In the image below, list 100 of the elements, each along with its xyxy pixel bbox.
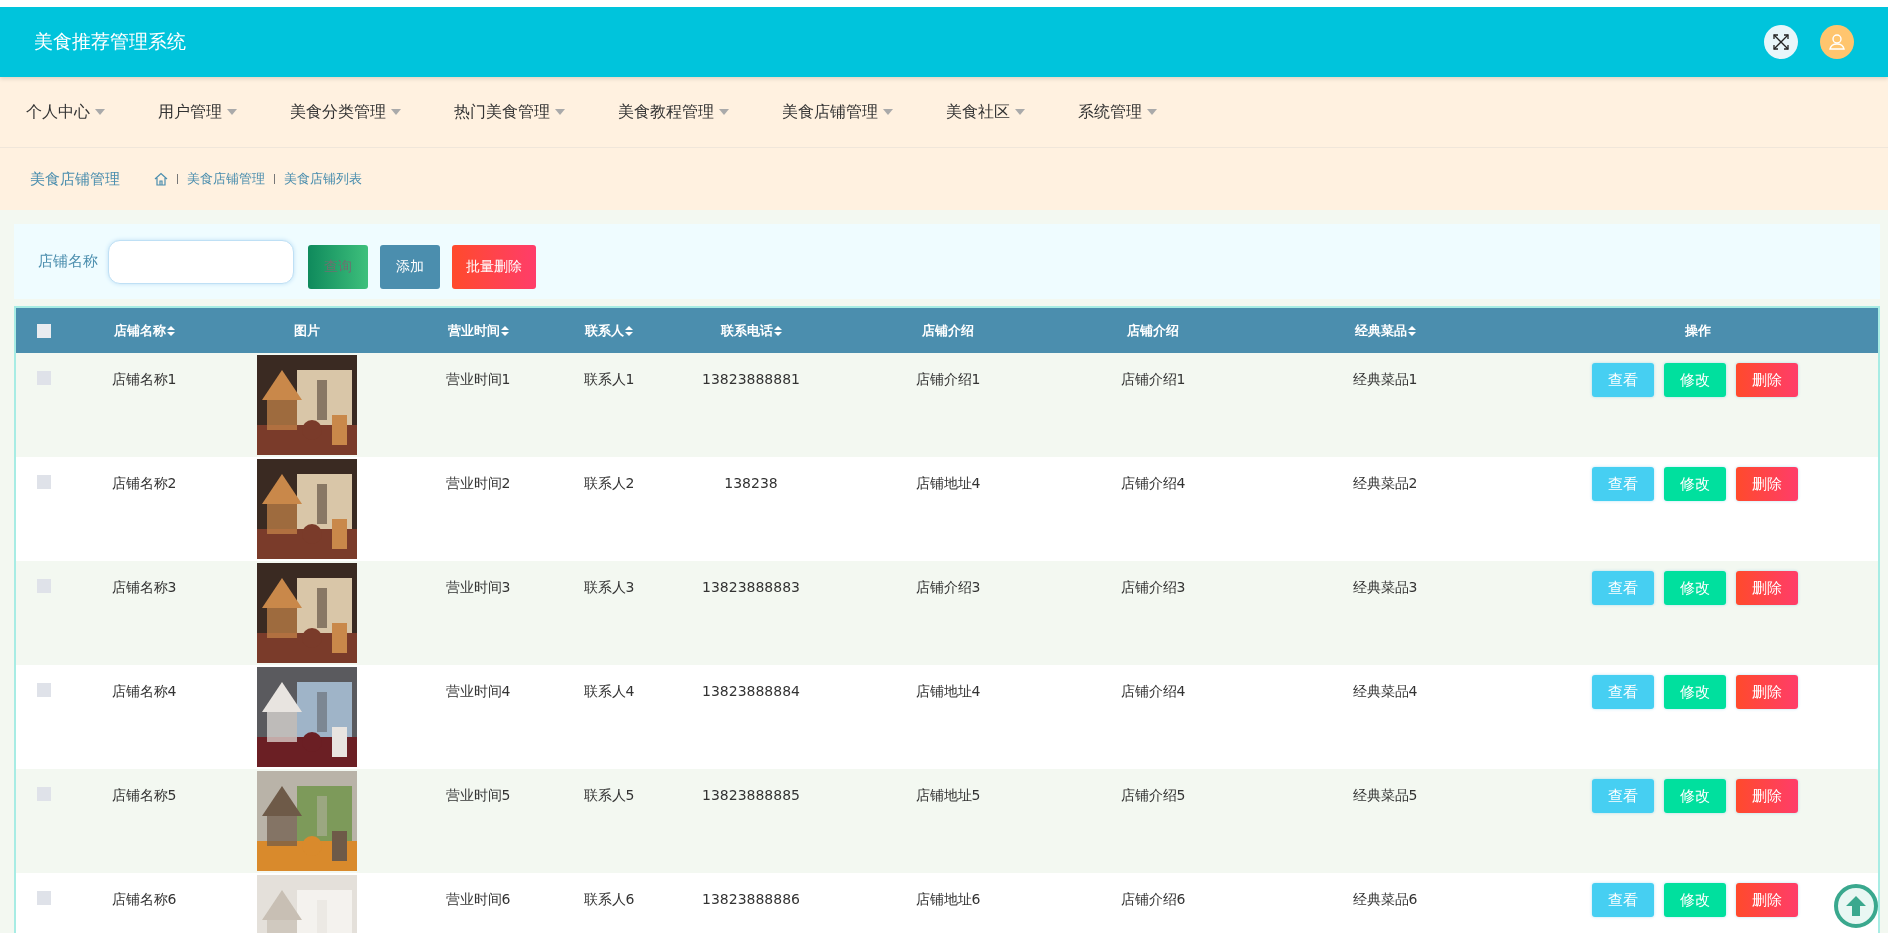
edit-button[interactable]: 修改 xyxy=(1664,675,1726,709)
checkbox[interactable] xyxy=(37,683,51,697)
table-cell: 营业时间6 xyxy=(445,891,511,909)
view-button[interactable]: 查看 xyxy=(1592,883,1654,917)
delete-button[interactable]: 删除 xyxy=(1736,883,1798,917)
column-header[interactable]: 联系电话 xyxy=(720,321,782,340)
table-cell: 营业时间4 xyxy=(445,683,511,701)
caret-icon xyxy=(1147,109,1157,115)
sort-icon[interactable] xyxy=(166,325,175,336)
table-cell: 联系人4 xyxy=(583,683,635,701)
sort-icon[interactable] xyxy=(625,325,633,336)
checkbox[interactable] xyxy=(37,475,51,489)
table-cell: 经典菜品3 xyxy=(1352,579,1418,597)
view-button[interactable]: 查看 xyxy=(1592,467,1654,501)
sort-icon[interactable] xyxy=(1407,325,1416,336)
edit-button[interactable]: 修改 xyxy=(1664,779,1726,813)
table-cell: 店铺地址4 xyxy=(915,683,981,701)
view-button[interactable]: 查看 xyxy=(1592,779,1654,813)
table-cell: 联系人6 xyxy=(583,891,635,909)
breadcrumb-link[interactable]: 美食店铺管理 xyxy=(187,170,265,188)
table-cell: 店铺地址5 xyxy=(915,787,981,805)
nav-menu-item[interactable]: 美食店铺管理 xyxy=(772,101,903,123)
nav-menu-item[interactable]: 美食社区 xyxy=(936,101,1035,123)
search-field[interactable] xyxy=(108,239,294,284)
user-avatar[interactable] xyxy=(1820,25,1854,59)
delete-button[interactable]: 删除 xyxy=(1736,363,1798,397)
table-cell: 经典菜品4 xyxy=(1352,683,1418,701)
sort-icon[interactable] xyxy=(500,325,509,336)
table-cell: 店铺介绍1 xyxy=(915,371,981,389)
table-cell: 13823888885 xyxy=(702,787,800,803)
table-cell: 店铺名称2 xyxy=(111,475,177,493)
column-header: 店铺介绍 xyxy=(922,321,974,340)
table-cell: 13823888884 xyxy=(702,683,800,699)
app-title: 美食推荐管理系统 xyxy=(34,29,186,54)
checkbox[interactable] xyxy=(37,323,51,338)
delete-button[interactable]: 删除 xyxy=(1736,571,1798,605)
table-cell: 138238 xyxy=(724,475,778,491)
column-header[interactable]: 联系人 xyxy=(585,321,633,340)
add-button[interactable]: 添加 xyxy=(380,244,440,289)
delete-button[interactable]: 删除 xyxy=(1736,675,1798,709)
nav-menu-item[interactable]: 系统管理 xyxy=(1068,101,1167,123)
field-label: 店铺名称 xyxy=(38,252,98,271)
nav-menu-item[interactable]: 用户管理 xyxy=(148,101,247,123)
table-cell: 联系人3 xyxy=(583,579,635,597)
column-header[interactable]: 营业时间 xyxy=(447,321,509,340)
edit-button[interactable]: 修改 xyxy=(1664,467,1726,501)
query-button[interactable]: 查询 xyxy=(308,244,368,289)
sort-icon[interactable] xyxy=(773,325,782,336)
table-cell: 经典菜品5 xyxy=(1352,787,1418,805)
table-cell: 店铺地址6 xyxy=(915,891,981,909)
breadcrumb-link[interactable]: 美食店铺列表 xyxy=(284,170,362,188)
column-header[interactable]: 经典菜品 xyxy=(1354,321,1416,340)
delete-button[interactable]: 批量删除 xyxy=(452,244,536,289)
table-cell: 经典菜品6 xyxy=(1352,891,1418,909)
view-button[interactable]: 查看 xyxy=(1592,675,1654,709)
table-cell: 店铺名称3 xyxy=(111,579,177,597)
table-cell: 店铺介绍3 xyxy=(915,579,981,597)
table-cell: 店铺介绍6 xyxy=(1120,891,1186,909)
table-cell: 经典菜品2 xyxy=(1352,475,1418,493)
fullscreen-icon[interactable] xyxy=(1764,25,1798,59)
caret-icon xyxy=(719,109,729,115)
table-cell: 营业时间2 xyxy=(445,475,511,493)
column-header: 图片 xyxy=(294,321,320,340)
column-header: 操作 xyxy=(1685,321,1711,340)
nav-menu-item[interactable]: 美食分类管理 xyxy=(280,101,411,123)
table-cell: 营业时间5 xyxy=(445,787,511,805)
table-cell: 店铺地址4 xyxy=(915,475,981,493)
view-button[interactable]: 查看 xyxy=(1592,363,1654,397)
table-cell: 13823888881 xyxy=(702,371,800,387)
delete-button[interactable]: 删除 xyxy=(1736,467,1798,501)
table-cell: 店铺名称4 xyxy=(111,683,177,701)
edit-button[interactable]: 修改 xyxy=(1664,571,1726,605)
table-cell: 营业时间1 xyxy=(445,371,511,389)
table-cell: 13823888886 xyxy=(702,891,800,907)
caret-icon xyxy=(227,109,237,115)
table-cell: 店铺介绍3 xyxy=(1120,579,1186,597)
caret-icon xyxy=(1015,109,1025,115)
page-title: 美食店铺管理 xyxy=(30,169,120,189)
table-cell: 店铺名称5 xyxy=(111,787,177,805)
nav-menu-item[interactable]: 热门美食管理 xyxy=(444,101,575,123)
delete-button[interactable]: 删除 xyxy=(1736,779,1798,813)
caret-icon xyxy=(555,109,565,115)
table-cell: 联系人2 xyxy=(583,475,635,493)
home-icon[interactable] xyxy=(154,172,168,186)
edit-button[interactable]: 修改 xyxy=(1664,363,1726,397)
nav-menu-item[interactable]: 美食教程管理 xyxy=(608,101,739,123)
table-cell: 店铺介绍4 xyxy=(1120,475,1186,493)
view-button[interactable]: 查看 xyxy=(1592,571,1654,605)
caret-icon xyxy=(883,109,893,115)
table-cell: 13823888883 xyxy=(702,579,800,595)
table-cell: 店铺介绍4 xyxy=(1120,683,1186,701)
edit-button[interactable]: 修改 xyxy=(1664,883,1726,917)
table-cell: 店铺名称1 xyxy=(111,371,177,389)
table-cell: 经典菜品1 xyxy=(1352,371,1418,389)
caret-icon xyxy=(391,109,401,115)
caret-icon xyxy=(95,109,105,115)
checkbox[interactable] xyxy=(37,891,51,905)
nav-menu-item[interactable]: 个人中心 xyxy=(16,101,115,123)
table-cell: 联系人1 xyxy=(583,371,635,389)
column-header[interactable]: 店铺名称 xyxy=(113,321,175,340)
